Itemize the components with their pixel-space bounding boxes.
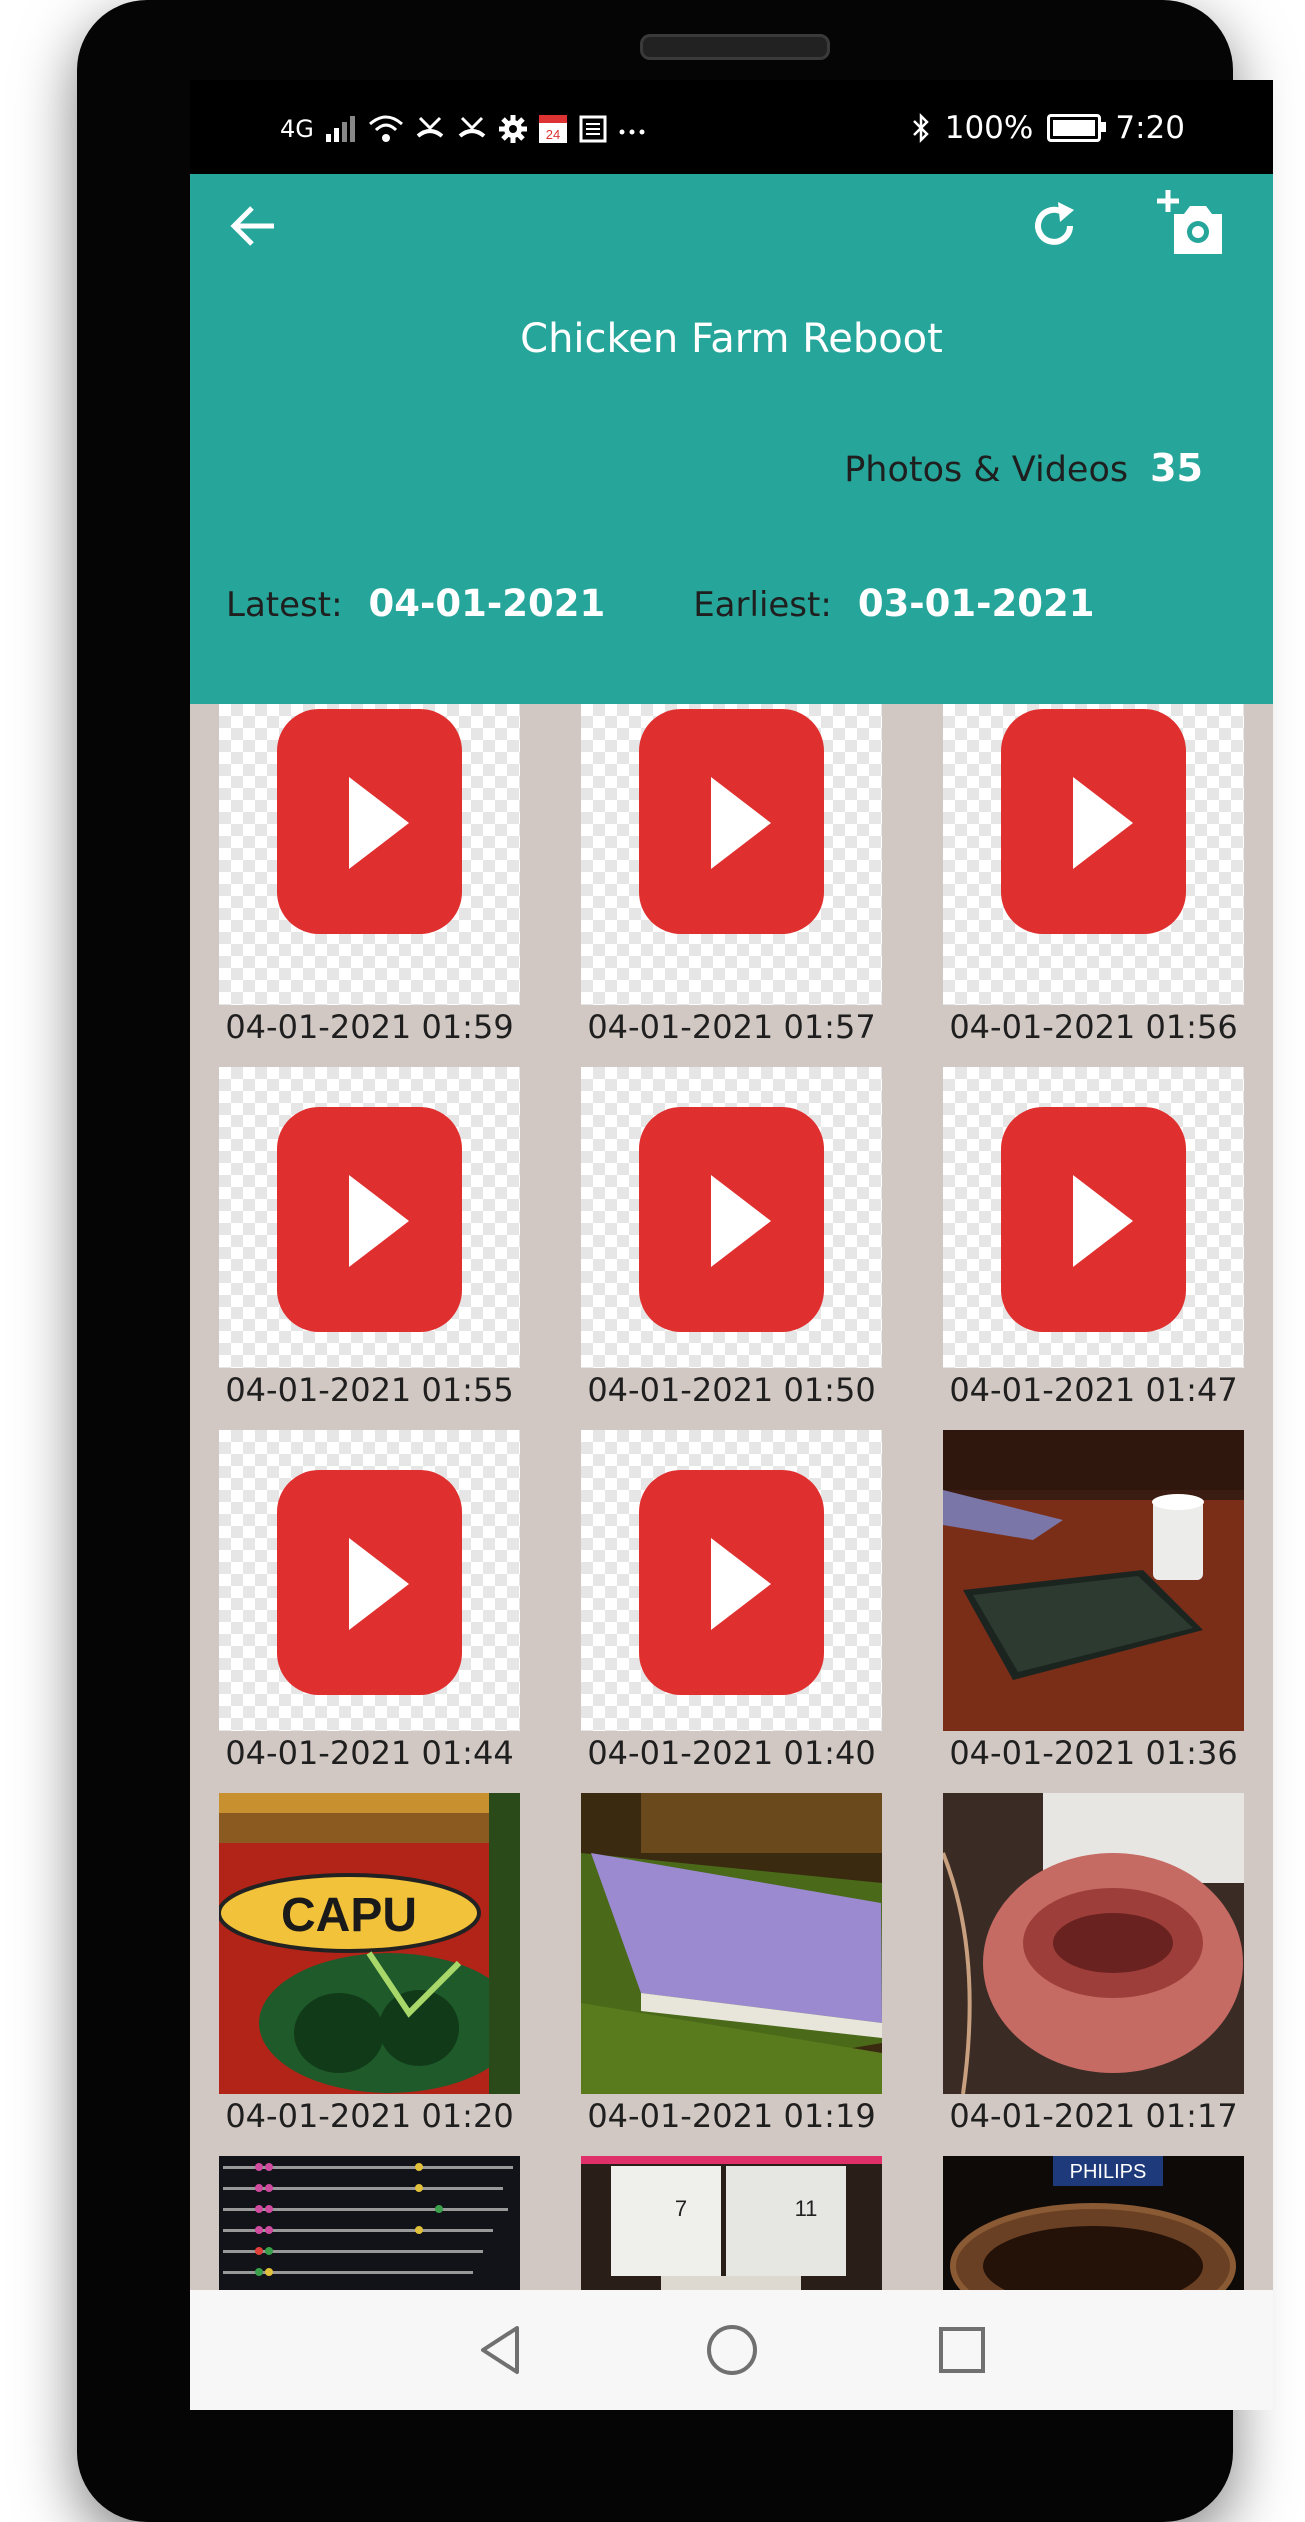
video-thumbnail xyxy=(943,1067,1244,1368)
earliest-label: Earliest: xyxy=(693,585,832,625)
bluetooth-icon xyxy=(912,112,929,144)
video-thumbnail xyxy=(219,704,520,1005)
media-tile[interactable]: 04-01-2021 01:55 xyxy=(219,1067,520,1417)
play-video-icon xyxy=(277,709,462,934)
latest-label: Latest: xyxy=(226,585,343,625)
media-tile[interactable]: CAPU 04-01-2021 01:20 xyxy=(219,1793,520,2143)
media-timestamp: 04-01-2021 01:19 xyxy=(587,2097,876,2135)
screen: 4G 24 100% 7:20 Chicken Farm Reboot Phot… xyxy=(190,80,1273,2410)
media-tile[interactable]: 04-01-2021 01:57 xyxy=(581,704,882,1054)
refresh-button[interactable] xyxy=(1014,186,1094,266)
play-video-icon xyxy=(639,709,824,934)
svg-text:11: 11 xyxy=(795,2196,818,2221)
missed-call-icon xyxy=(416,116,444,138)
media-timestamp: 04-01-2021 01:59 xyxy=(225,1008,514,1046)
circle-home-icon xyxy=(707,2325,757,2375)
media-timestamp: 04-01-2021 01:17 xyxy=(949,2097,1238,2135)
wifi-icon xyxy=(368,115,403,142)
media-tile[interactable]: 04-01-2021 01:59 xyxy=(219,704,520,1054)
video-thumbnail xyxy=(219,1067,520,1368)
add-photo-button[interactable] xyxy=(1150,184,1230,264)
media-tile[interactable]: 04-01-2021 01:36 xyxy=(943,1430,1244,1780)
newspaper-icon xyxy=(579,115,607,143)
video-thumbnail xyxy=(943,704,1244,1005)
status-bar: 4G 24 100% 7:20 xyxy=(190,80,1273,174)
play-video-icon xyxy=(277,1470,462,1695)
photo-thumbnail-phone-on-table xyxy=(943,1430,1244,1731)
media-tile[interactable]: 04-01-2021 01:50 xyxy=(581,1067,882,1417)
signal-icon xyxy=(325,116,355,142)
page-title: Chicken Farm Reboot xyxy=(520,316,943,362)
play-video-icon xyxy=(277,1107,462,1332)
media-count-label: Photos & Videos xyxy=(844,450,1129,490)
latest-date: 04-01-2021 xyxy=(368,582,606,625)
play-video-icon xyxy=(1001,709,1186,934)
media-tile[interactable]: 04-01-2021 01:56 xyxy=(943,704,1244,1054)
missed-call-icon-2 xyxy=(458,116,486,138)
media-tile[interactable]: 04-01-2021 01:44 xyxy=(219,1430,520,1780)
photo-thumbnail-capu-jar: CAPU xyxy=(219,1793,520,2094)
refresh-icon xyxy=(1035,202,1074,245)
earpiece-speaker xyxy=(640,34,830,60)
add-photo-camera-icon xyxy=(1157,190,1222,254)
video-thumbnail xyxy=(581,1067,882,1368)
svg-text:PHILIPS: PHILIPS xyxy=(1070,2161,1147,2183)
nav-back-button[interactable] xyxy=(471,2320,531,2380)
media-timestamp: 04-01-2021 01:36 xyxy=(949,1734,1238,1772)
news-app-icon: 24 xyxy=(538,115,567,143)
nav-home-button[interactable] xyxy=(702,2320,762,2380)
svg-text:7: 7 xyxy=(675,2196,687,2221)
date-range-row: Latest: 04-01-2021 Earliest: 03-01-2021 xyxy=(226,582,1182,625)
status-icons-left: 4G 24 xyxy=(280,114,646,144)
photo-thumbnail-headphones xyxy=(943,1793,1244,2094)
square-recents-icon xyxy=(939,2327,985,2373)
media-timestamp: 04-01-2021 01:50 xyxy=(587,1371,876,1409)
media-timestamp: 04-01-2021 01:47 xyxy=(949,1371,1238,1409)
media-tile[interactable]: 04-01-2021 01:19 xyxy=(581,1793,882,2143)
more-notifications-icon xyxy=(619,129,645,135)
arrow-left-icon xyxy=(230,206,274,246)
media-tile[interactable] xyxy=(219,2156,520,2290)
photo-thumbnail-notebook xyxy=(581,1793,882,2094)
photo-thumbnail-calendar-box: 7 11 xyxy=(581,2156,882,2290)
media-grid: 04-01-2021 01:59 04-01-2021 01:57 04-01-… xyxy=(190,704,1273,2290)
media-count-row: Photos & Videos 35 xyxy=(844,446,1203,490)
triangle-back-icon xyxy=(481,2326,519,2374)
media-timestamp: 04-01-2021 01:44 xyxy=(225,1734,514,1772)
media-tile[interactable]: 04-01-2021 01:47 xyxy=(943,1067,1244,1417)
settings-gear-icon xyxy=(498,115,527,143)
photo-thumbnail-wooden-bowl: PHILIPS xyxy=(943,2156,1244,2290)
play-video-icon xyxy=(639,1470,824,1695)
nav-recents-button[interactable] xyxy=(932,2320,992,2380)
media-timestamp: 04-01-2021 01:56 xyxy=(949,1008,1238,1046)
media-tile[interactable]: 7 11 xyxy=(581,2156,882,2290)
svg-text:CAPU: CAPU xyxy=(281,1889,417,1942)
network-type: 4G xyxy=(280,115,314,143)
system-navigation-bar xyxy=(190,2290,1273,2410)
media-timestamp: 04-01-2021 01:20 xyxy=(225,2097,514,2135)
earliest-date: 03-01-2021 xyxy=(857,582,1095,625)
battery-percent: 100% xyxy=(944,110,1034,146)
video-thumbnail xyxy=(581,704,882,1005)
media-timestamp: 04-01-2021 01:57 xyxy=(587,1008,876,1046)
video-thumbnail xyxy=(581,1430,882,1731)
svg-text:24: 24 xyxy=(546,127,560,142)
clock: 7:20 xyxy=(1115,110,1185,146)
play-video-icon xyxy=(1001,1107,1186,1332)
video-thumbnail xyxy=(219,1430,520,1731)
photo-thumbnail-terminal xyxy=(219,2156,520,2290)
app-header: Chicken Farm Reboot Photos & Videos 35 L… xyxy=(190,174,1273,704)
media-tile[interactable]: 04-01-2021 01:17 xyxy=(943,1793,1244,2143)
phone-frame: 4G 24 100% 7:20 Chicken Farm Reboot Phot… xyxy=(77,0,1273,2522)
status-icons-right: 100% 7:20 xyxy=(911,110,1185,146)
media-timestamp: 04-01-2021 01:55 xyxy=(225,1371,514,1409)
battery-icon xyxy=(1047,114,1107,142)
back-button[interactable] xyxy=(214,186,294,266)
media-timestamp: 04-01-2021 01:40 xyxy=(587,1734,876,1772)
media-tile[interactable]: PHILIPS xyxy=(943,2156,1244,2290)
media-count-value: 35 xyxy=(1150,446,1203,490)
media-tile[interactable]: 04-01-2021 01:40 xyxy=(581,1430,882,1780)
play-video-icon xyxy=(639,1107,824,1332)
